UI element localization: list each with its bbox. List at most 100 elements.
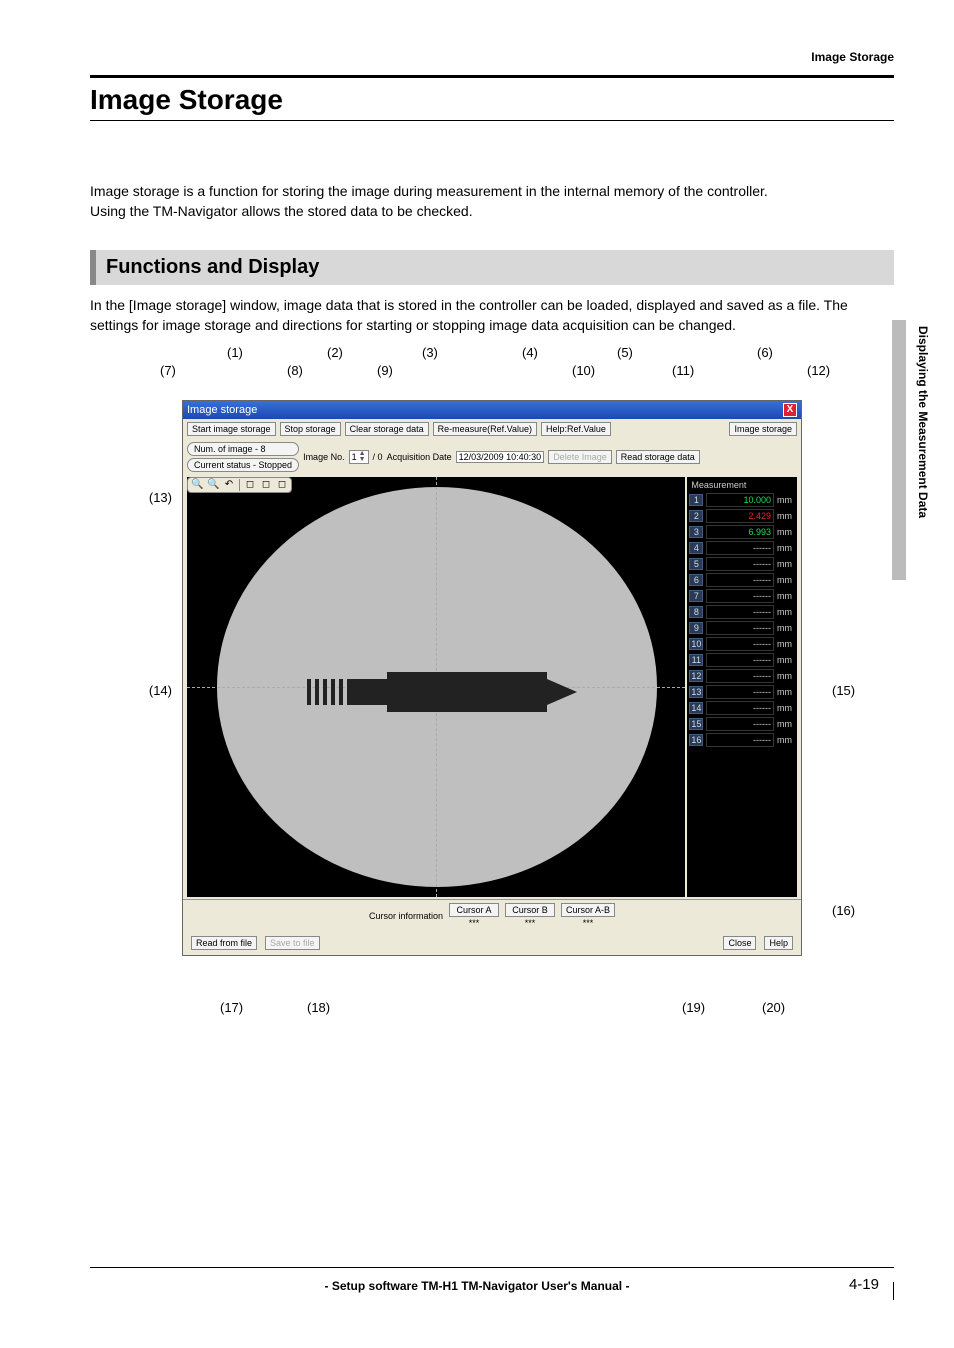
measurement-unit: mm — [777, 703, 795, 713]
measurement-title: Measurement — [689, 479, 795, 493]
measurement-index: 5 — [689, 558, 703, 570]
fit3-icon[interactable]: ◻ — [276, 479, 288, 491]
callout-8: (8) — [287, 363, 303, 378]
measurement-index: 15 — [689, 718, 703, 730]
zoom-out-icon[interactable]: 🔍 — [207, 479, 219, 491]
start-image-storage-button[interactable]: Start image storage — [187, 422, 276, 436]
cursor-ab-value: *** — [561, 918, 615, 928]
section-body: In the [Image storage] window, image dat… — [90, 295, 894, 336]
measurement-unit: mm — [777, 511, 795, 521]
measurement-row: 14------mm — [689, 701, 795, 715]
callout-13: (13) — [122, 490, 172, 505]
measured-part-silhouette — [297, 657, 597, 727]
measurement-value: ------ — [706, 701, 774, 715]
stop-storage-button[interactable]: Stop storage — [280, 422, 341, 436]
measurement-row: 15------mm — [689, 717, 795, 731]
measurement-value: ------ — [706, 653, 774, 667]
measurement-value: ------ — [706, 589, 774, 603]
measurement-value: ------ — [706, 573, 774, 587]
measurement-value: ------ — [706, 557, 774, 571]
remeasure-button[interactable]: Re-measure(Ref.Value) — [433, 422, 537, 436]
help-button[interactable]: Help — [764, 936, 793, 950]
undo-icon[interactable]: ↶ — [223, 479, 235, 491]
delete-image-button[interactable]: Delete Image — [548, 450, 612, 464]
image-no-spinner[interactable]: 1 ▲▼ — [349, 450, 369, 464]
section-heading: Functions and Display — [90, 250, 894, 285]
measurement-index: 16 — [689, 734, 703, 746]
measurement-value: 2.429 — [706, 509, 774, 523]
measurement-unit: mm — [777, 639, 795, 649]
measurement-value: 6.993 — [706, 525, 774, 539]
callout-10: (10) — [572, 363, 595, 378]
measurement-index: 1 — [689, 494, 703, 506]
image-storage-button[interactable]: Image storage — [729, 422, 797, 436]
save-to-file-button[interactable]: Save to file — [265, 936, 320, 950]
image-no-total: / 0 — [373, 452, 383, 462]
footer-manual-title: - Setup software TM-H1 TM-Navigator User… — [325, 1279, 630, 1293]
measurement-row: 16------mm — [689, 733, 795, 747]
measurement-panel: Measurement 110.000mm22.429mm36.993mm4--… — [687, 477, 797, 897]
callout-12: (12) — [807, 363, 830, 378]
measurement-index: 9 — [689, 622, 703, 634]
measurement-row: 11------mm — [689, 653, 795, 667]
measurement-index: 6 — [689, 574, 703, 586]
measurement-index: 2 — [689, 510, 703, 522]
side-chapter-label: Displaying the Measurement Data — [916, 326, 930, 518]
footer-rule — [90, 1267, 894, 1268]
measurement-row: 12------mm — [689, 669, 795, 683]
measurement-value: ------ — [706, 685, 774, 699]
callout-9: (9) — [377, 363, 393, 378]
measurement-unit: mm — [777, 591, 795, 601]
measurement-unit: mm — [777, 735, 795, 745]
measurement-value: ------ — [706, 605, 774, 619]
callout-2: (2) — [327, 345, 343, 360]
callout-14: (14) — [122, 683, 172, 698]
measurement-row: 7------mm — [689, 589, 795, 603]
close-icon[interactable]: X — [783, 403, 797, 417]
measurement-unit: mm — [777, 527, 795, 537]
bottom-button-bar: Read from file Save to file Close Help — [183, 931, 801, 955]
measurement-value: 10.000 — [706, 493, 774, 507]
callout-4: (4) — [522, 345, 538, 360]
callout-6: (6) — [757, 345, 773, 360]
clear-storage-data-button[interactable]: Clear storage data — [345, 422, 429, 436]
callout-16: (16) — [832, 903, 882, 918]
spinner-icon[interactable]: ▲▼ — [359, 451, 366, 463]
close-button[interactable]: Close — [723, 936, 756, 950]
measurement-unit: mm — [777, 719, 795, 729]
callout-7: (7) — [160, 363, 176, 378]
callout-11: (11) — [672, 363, 694, 378]
acq-date-label: Acquisition Date — [387, 452, 452, 462]
callout-19: (19) — [682, 1000, 705, 1015]
measurement-index: 4 — [689, 542, 703, 554]
read-storage-data-button[interactable]: Read storage data — [616, 450, 700, 464]
callout-15: (15) — [832, 683, 882, 698]
page-number: 4-19 — [849, 1276, 879, 1293]
measurement-row: 9------mm — [689, 621, 795, 635]
current-status: Current status - Stopped — [187, 458, 299, 472]
fit2-icon[interactable]: ◻ — [260, 479, 272, 491]
intro-paragraph-2: Using the TM-Navigator allows the stored… — [90, 201, 894, 221]
read-from-file-button[interactable]: Read from file — [191, 936, 257, 950]
fit1-icon[interactable]: ◻ — [244, 479, 256, 491]
callout-18: (18) — [307, 1000, 330, 1015]
image-no-label: Image No. — [303, 452, 345, 462]
measurement-row: 22.429mm — [689, 509, 795, 523]
zoom-in-icon[interactable]: 🔍 — [191, 479, 203, 491]
measurement-index: 8 — [689, 606, 703, 618]
callout-3: (3) — [422, 345, 438, 360]
help-ref-value-button[interactable]: Help:Ref.Value — [541, 422, 611, 436]
measurement-unit: mm — [777, 495, 795, 505]
callouts-top: (1) (2) (3) (4) (5) (6) (7) (8) (9) (10)… — [112, 345, 872, 400]
measurement-unit: mm — [777, 575, 795, 585]
cursor-b-label: Cursor B — [505, 903, 555, 917]
measurement-unit: mm — [777, 671, 795, 681]
cursor-info-label: Cursor information — [369, 911, 443, 921]
title-rule — [90, 120, 894, 121]
measurement-value: ------ — [706, 637, 774, 651]
cursor-ab-label: Cursor A-B — [561, 903, 615, 917]
measurement-unit: mm — [777, 559, 795, 569]
image-storage-window: Image storage X Start image storage Stop… — [182, 400, 802, 956]
num-of-image-status: Num. of image - 8 — [187, 442, 299, 456]
top-rule — [90, 75, 894, 78]
